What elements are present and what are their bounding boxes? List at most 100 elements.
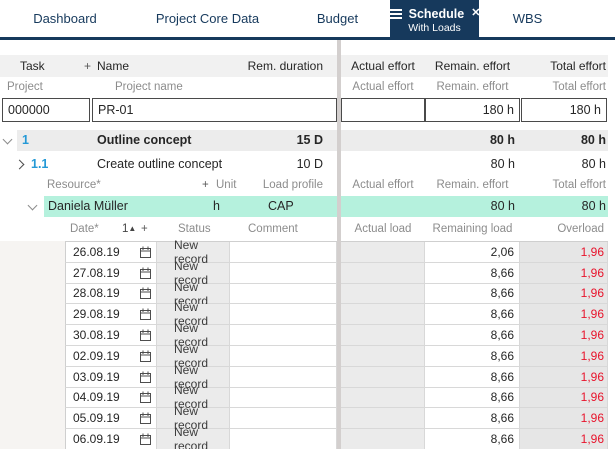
remaining-load-cell[interactable]: 8,66 — [425, 304, 520, 326]
task-header-row: Task + Name Rem. duration Actual effort … — [0, 55, 608, 77]
calendar-icon[interactable] — [140, 433, 151, 446]
chevron-down-icon[interactable] — [2, 134, 13, 145]
project-remain-effort-field[interactable]: 180 h — [425, 98, 520, 122]
tab-dashboard[interactable]: Dashboard — [0, 0, 130, 37]
calendar-icon[interactable] — [140, 412, 151, 425]
calendar-icon[interactable] — [140, 287, 151, 300]
date-cell[interactable]: 02.09.19 — [65, 345, 157, 367]
comment-cell[interactable] — [230, 429, 337, 449]
comment-cell[interactable] — [230, 325, 337, 346]
resource-load-profile: CAP — [268, 199, 294, 213]
comment-cell[interactable] — [230, 366, 337, 388]
task-number[interactable]: 1.1 — [31, 154, 48, 175]
remaining-load-cell[interactable]: 8,66 — [425, 387, 520, 409]
calendar-icon[interactable] — [140, 350, 151, 362]
project-total-effort-field[interactable]: 180 h — [521, 98, 607, 122]
remaining-load-cell[interactable]: 8,66 — [425, 429, 520, 449]
date-cell[interactable]: 04.09.19 — [65, 387, 157, 409]
overload-cell: 1,96 — [520, 242, 608, 263]
date-cell[interactable]: 05.09.19 — [65, 408, 157, 430]
comment-cell[interactable] — [230, 408, 337, 430]
resource-name[interactable]: Daniela Müller — [48, 196, 128, 217]
resource-total-effort: 80 h — [581, 199, 606, 213]
task-name[interactable]: Create outline concept — [97, 154, 222, 175]
project-id-field[interactable]: 000000 — [2, 98, 90, 122]
add-load-row-button[interactable]: + — [141, 217, 148, 241]
calendar-icon[interactable] — [140, 246, 151, 258]
date-cell[interactable]: 28.08.19 — [65, 283, 157, 305]
add-resource-button[interactable]: + — [202, 175, 209, 196]
calendar-icon[interactable] — [140, 308, 151, 321]
rem-duration-column-header: Rem. duration — [247, 59, 323, 73]
comment-cell[interactable] — [230, 387, 337, 409]
task-name[interactable]: Outline concept — [97, 130, 191, 151]
overload-column-header: Overload — [557, 223, 604, 235]
actual-effort-column-header: Actual effort — [351, 59, 415, 73]
unit-column-header: Unit — [216, 179, 237, 191]
task-row-1[interactable]: 1 Outline concept 15 D 80 h 80 h — [0, 130, 608, 151]
tab-schedule-subtitle: With Loads — [408, 21, 461, 34]
schedule-with-loads-screen: Dashboard Project Core Data Budget Sched… — [0, 0, 615, 449]
date-cell[interactable]: 06.09.19 — [65, 429, 157, 449]
date-value: 27.08.19 — [73, 265, 120, 280]
overload-cell: 1,96 — [520, 325, 608, 346]
overload-cell: 1,96 — [520, 429, 608, 449]
add-task-button[interactable]: + — [84, 55, 91, 77]
task-number[interactable]: 1 — [22, 130, 29, 151]
actual-load-cell[interactable] — [341, 408, 425, 430]
remaining-load-cell[interactable]: 8,66 — [425, 283, 520, 305]
remaining-load-cell[interactable]: 8,66 — [425, 408, 520, 430]
task-rem-duration: 15 D — [296, 133, 323, 147]
actual-load-cell[interactable] — [341, 429, 425, 449]
sort-indicator[interactable]: 1▲ — [122, 217, 136, 242]
tab-wbs[interactable]: WBS — [479, 0, 576, 37]
project-subheader-row: Project Project name Actual effort Remai… — [0, 77, 608, 97]
date-cell[interactable]: 27.08.19 — [65, 262, 157, 284]
calendar-icon[interactable] — [140, 267, 151, 279]
actual-load-cell[interactable] — [341, 325, 425, 346]
hamburger-icon[interactable] — [388, 8, 402, 19]
comment-cell[interactable] — [230, 242, 337, 263]
date-value: 26.08.19 — [73, 244, 120, 259]
comment-cell[interactable] — [230, 283, 337, 305]
comment-cell[interactable] — [230, 262, 337, 284]
project-actual-effort-field[interactable] — [341, 98, 425, 122]
overload-cell: 1,96 — [520, 366, 608, 388]
remaining-load-cell[interactable]: 8,66 — [425, 366, 520, 388]
date-cell[interactable]: 26.08.19 — [65, 242, 157, 263]
date-cell[interactable]: 03.09.19 — [65, 366, 157, 388]
date-value: 05.09.19 — [73, 411, 120, 426]
resource-unit: h — [213, 199, 220, 213]
actual-load-cell[interactable] — [341, 283, 425, 305]
column-splitter[interactable] — [337, 40, 341, 449]
task-row-1-1[interactable]: 1.1 Create outline concept 10 D 80 h 80 … — [0, 154, 608, 175]
date-cell[interactable]: 29.08.19 — [65, 304, 157, 326]
comment-cell[interactable] — [230, 304, 337, 326]
calendar-icon[interactable] — [140, 391, 151, 404]
tab-project-core-data[interactable]: Project Core Data — [130, 0, 285, 37]
tab-budget[interactable]: Budget — [285, 0, 390, 37]
chevron-down-icon[interactable] — [27, 200, 38, 211]
overload-cell: 1,96 — [520, 304, 608, 326]
remaining-load-cell[interactable]: 8,66 — [425, 325, 520, 346]
status-cell[interactable]: New record — [157, 425, 230, 449]
total-effort-column-header: Total effort — [552, 179, 607, 191]
actual-load-cell[interactable] — [341, 366, 425, 388]
remaining-load-cell[interactable]: 8,66 — [425, 345, 520, 367]
actual-load-cell[interactable] — [341, 242, 425, 263]
actual-load-cell[interactable] — [341, 387, 425, 409]
remaining-load-cell[interactable]: 2,06 — [425, 242, 520, 263]
actual-load-cell[interactable] — [341, 262, 425, 284]
resource-row-selected[interactable]: Daniela Müller h CAP 80 h 80 h — [0, 196, 608, 217]
tab-schedule-label: Schedule — [408, 6, 465, 21]
calendar-icon[interactable] — [140, 329, 151, 342]
remaining-load-cell[interactable]: 8,66 — [425, 262, 520, 284]
actual-load-cell[interactable] — [341, 345, 425, 367]
actual-load-cell[interactable] — [341, 304, 425, 326]
tab-schedule[interactable]: Schedule ✕ With Loads — [388, 0, 480, 40]
calendar-icon[interactable] — [140, 371, 151, 383]
comment-cell[interactable] — [230, 345, 337, 367]
chevron-right-icon[interactable] — [14, 159, 25, 170]
date-cell[interactable]: 30.08.19 — [65, 325, 157, 346]
project-name-field[interactable]: PR-01 — [92, 98, 337, 122]
